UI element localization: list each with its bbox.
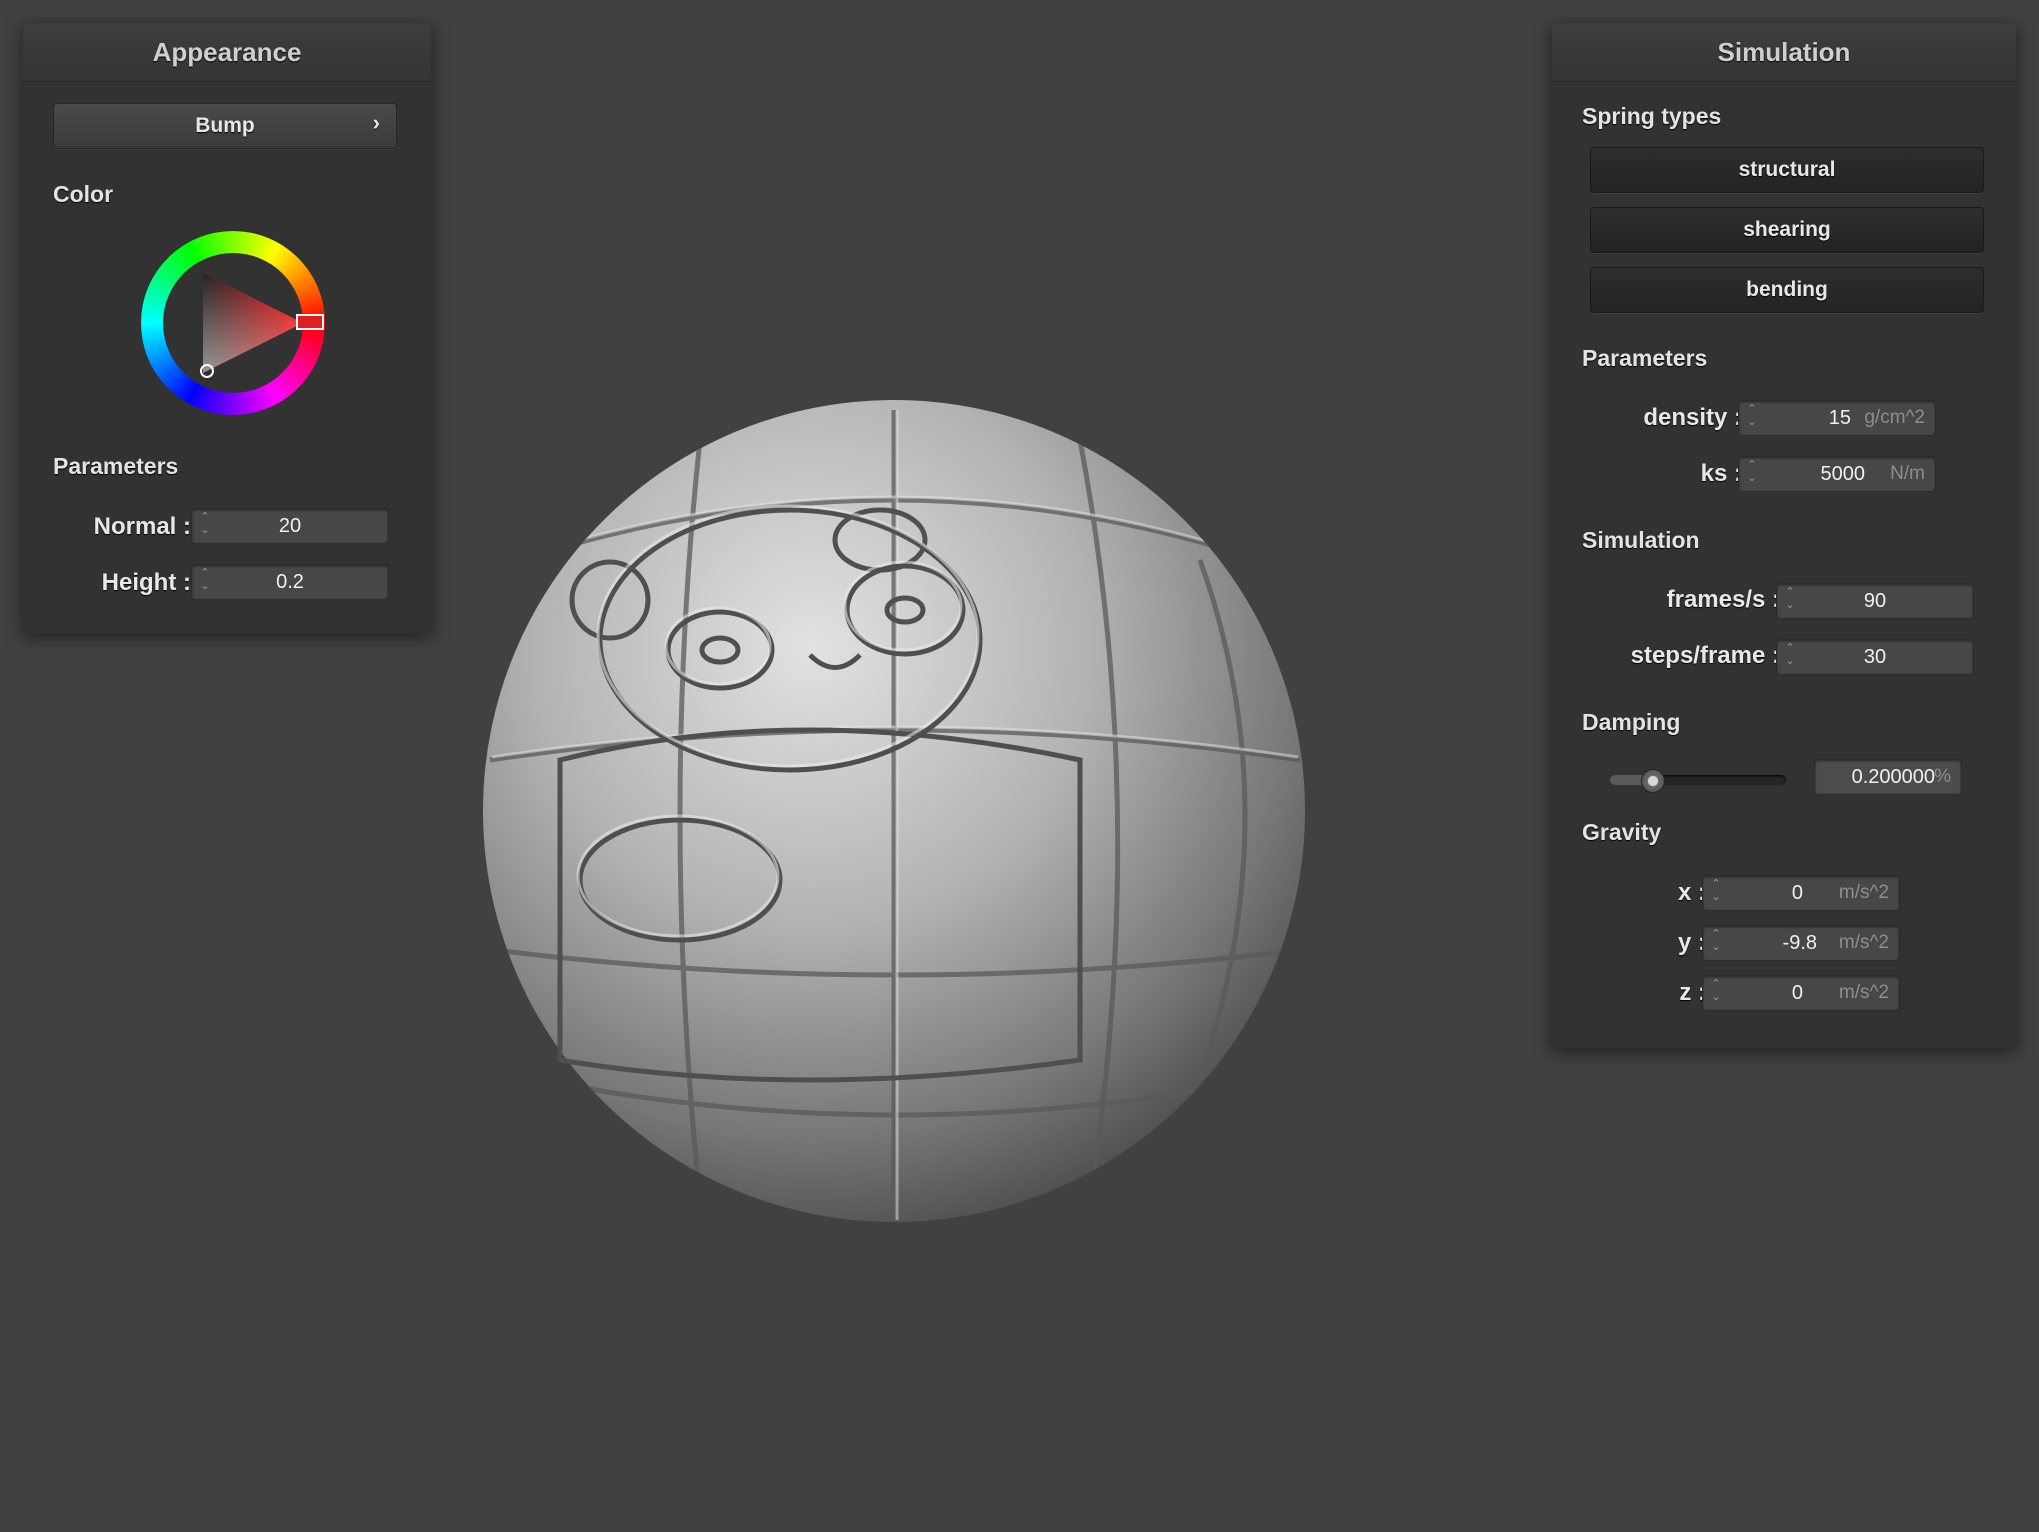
simulation-panel: Simulation Spring types structural shear… <box>1552 23 2016 1048</box>
gravity-y-spinbox[interactable]: ⌃ ⌄ -9.8 m/s^2 <box>1702 925 1900 961</box>
normal-label: Normal : <box>93 513 191 540</box>
height-value: 0.2 <box>276 571 304 593</box>
spinner-arrows-icon[interactable]: ⌃ ⌄ <box>1745 403 1759 433</box>
damping-field[interactable]: 0.200000 % <box>1814 759 1962 795</box>
appearance-panel: Appearance Bump › Color Parameters Norma… <box>23 23 431 633</box>
fps-label: frames/s : <box>1666 586 1780 613</box>
ks-value: 5000 <box>1820 463 1866 485</box>
damping-slider[interactable] <box>1610 761 1786 801</box>
damping-label: Damping <box>1582 709 1681 735</box>
shader-dropdown-label: Bump <box>195 114 255 137</box>
gravity-z-label: z : <box>1679 979 1706 1006</box>
normal-spinbox[interactable]: ⌃ ⌄ 20 <box>191 508 389 544</box>
gravity-x-spinbox[interactable]: ⌃ ⌄ 0 m/s^2 <box>1702 875 1900 911</box>
color-section-label: Color <box>53 181 114 207</box>
shearing-button[interactable]: shearing <box>1590 207 1984 253</box>
shader-dropdown-button[interactable]: Bump › <box>53 103 397 149</box>
spinner-arrows-icon[interactable]: ⌃ ⌄ <box>1709 978 1723 1008</box>
height-spinbox[interactable]: ⌃ ⌄ 0.2 <box>191 564 389 600</box>
damping-unit: % <box>1934 766 1951 787</box>
steps-value: 30 <box>1863 646 1887 668</box>
density-spinbox[interactable]: ⌃ ⌄ 15 g/cm^2 <box>1738 400 1936 436</box>
ks-label: ks : <box>1700 460 1742 487</box>
damping-value: 0.200000 <box>1851 766 1935 788</box>
ks-unit: N/m <box>1890 463 1925 484</box>
color-wheel[interactable] <box>141 231 325 415</box>
fps-value: 90 <box>1863 590 1887 612</box>
gravity-y-label: y : <box>1677 929 1706 956</box>
gravity-label: Gravity <box>1582 819 1662 845</box>
density-unit: g/cm^2 <box>1864 407 1925 428</box>
density-value: 15 <box>1828 407 1851 429</box>
gravity-z-spinbox[interactable]: ⌃ ⌄ 0 m/s^2 <box>1702 975 1900 1011</box>
spring-types-label: Spring types <box>1582 103 1722 129</box>
sim-parameters-label: Parameters <box>1582 345 1708 371</box>
appearance-params-label: Parameters <box>53 453 179 479</box>
bending-button[interactable]: bending <box>1590 267 1984 313</box>
fps-spinbox[interactable]: ⌃ ⌄ 90 <box>1776 583 1974 619</box>
gravity-y-value: -9.8 <box>1782 932 1817 954</box>
spinner-arrows-icon[interactable]: ⌃ ⌄ <box>1709 928 1723 958</box>
gravity-x-label: x : <box>1677 879 1706 906</box>
sim-section-label: Simulation <box>1582 527 1700 553</box>
gravity-x-unit: m/s^2 <box>1838 882 1889 903</box>
ks-spinbox[interactable]: ⌃ ⌄ 5000 N/m <box>1738 456 1936 492</box>
gravity-x-value: 0 <box>1791 882 1803 904</box>
height-label: Height : <box>101 569 191 596</box>
steps-spinbox[interactable]: ⌃ ⌄ 30 <box>1776 639 1974 675</box>
steps-label: steps/frame : <box>1630 642 1780 669</box>
spinner-arrows-icon[interactable]: ⌃ ⌄ <box>1745 459 1759 489</box>
gravity-y-unit: m/s^2 <box>1838 932 1889 953</box>
damping-slider-knob[interactable] <box>1640 769 1665 793</box>
chevron-right-icon: › <box>372 110 380 135</box>
spinner-arrows-icon[interactable]: ⌃ ⌄ <box>1709 878 1723 908</box>
normal-value: 20 <box>278 515 302 537</box>
gravity-z-value: 0 <box>1791 982 1803 1004</box>
structural-button[interactable]: structural <box>1590 147 1984 193</box>
gravity-z-unit: m/s^2 <box>1838 982 1889 1003</box>
density-label: density : <box>1643 404 1742 431</box>
appearance-title: Appearance <box>23 23 431 82</box>
simulation-title: Simulation <box>1552 23 2016 82</box>
hue-ring-handle[interactable] <box>296 314 324 330</box>
